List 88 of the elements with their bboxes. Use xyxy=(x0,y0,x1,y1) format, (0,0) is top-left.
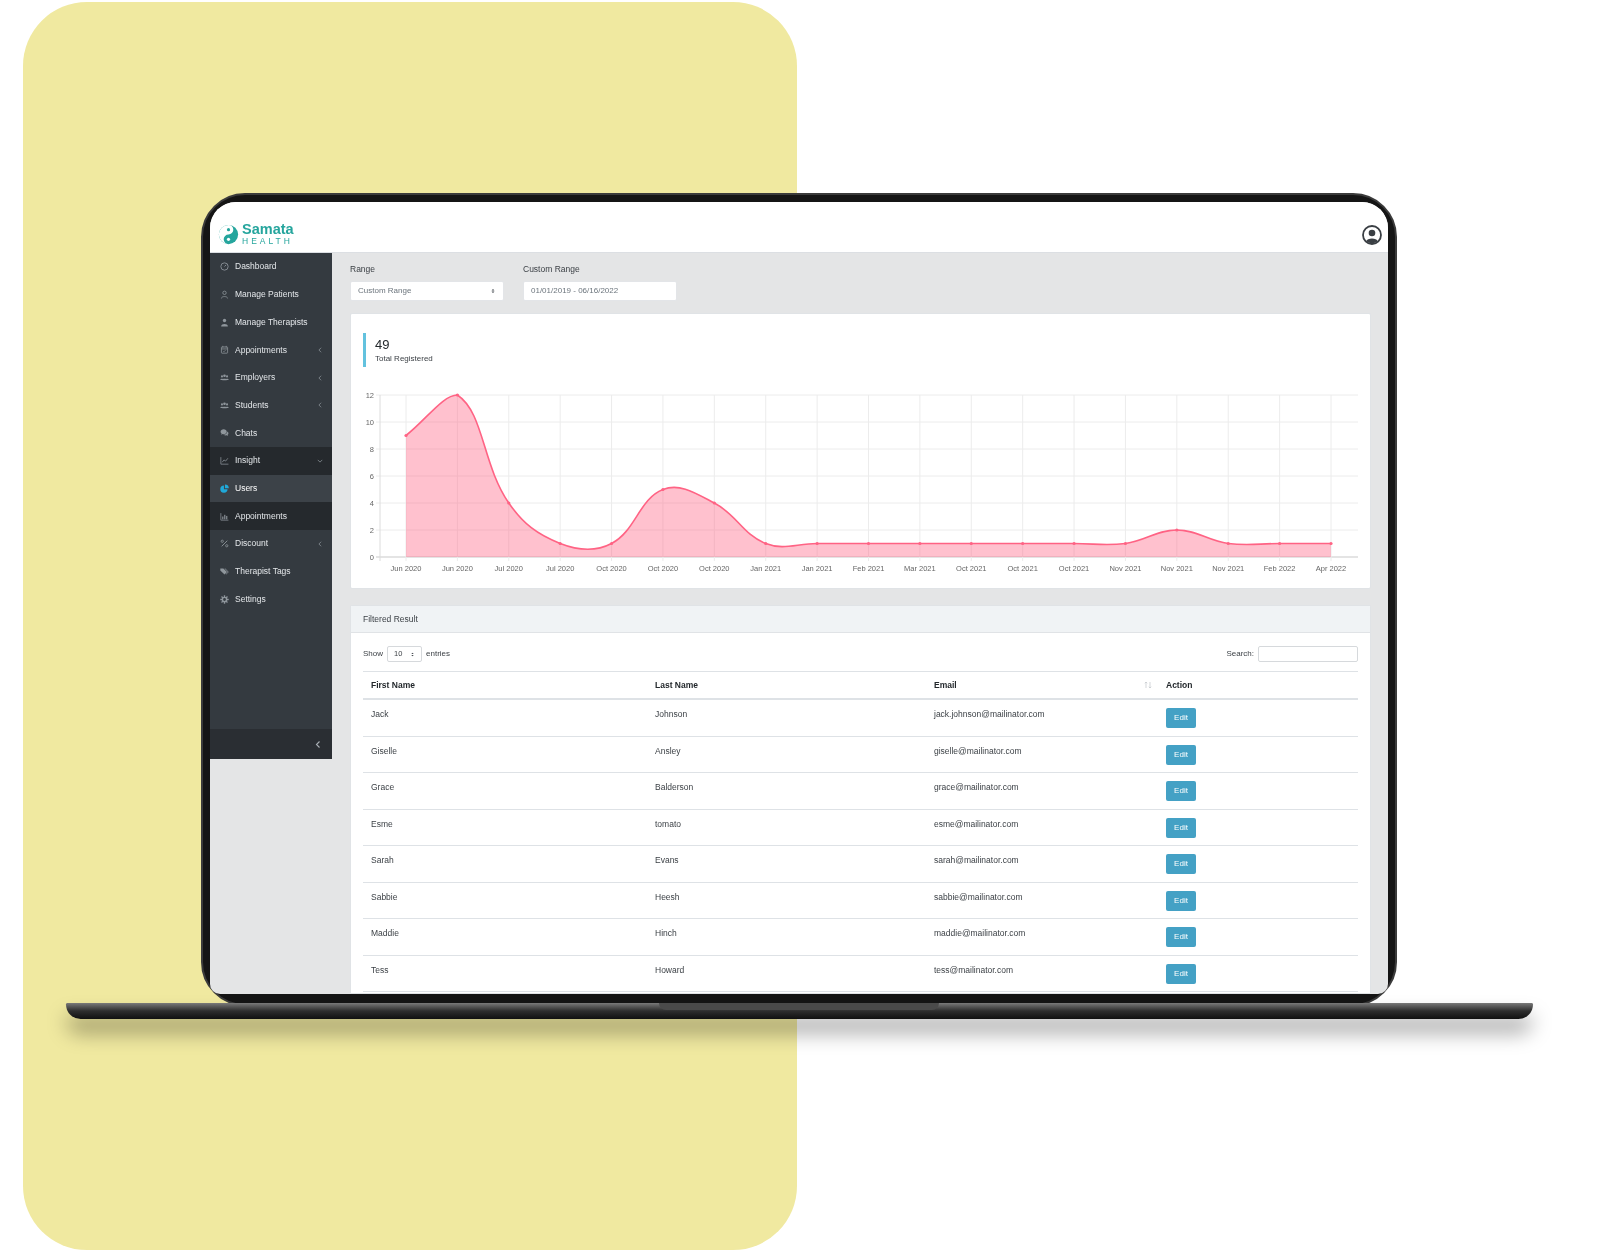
sidebar-item[interactable]: Therapist Tags xyxy=(210,557,332,586)
data-point xyxy=(866,541,871,546)
sidebar-item[interactable]: Appointments xyxy=(210,502,332,530)
data-point xyxy=(558,541,562,546)
data-point xyxy=(404,433,408,438)
table-cell-text: Heesh xyxy=(654,890,681,903)
sidebar-item[interactable]: Appointments xyxy=(210,336,332,364)
sidebar-item[interactable]: Employers xyxy=(210,363,332,392)
search-field[interactable] xyxy=(1258,646,1358,662)
people-icon xyxy=(220,373,229,383)
table-cell-text: maddie@mailinator.com xyxy=(933,927,1027,939)
data-point xyxy=(1175,528,1179,532)
data-point xyxy=(661,487,665,492)
sort-arrows-icon[interactable] xyxy=(1144,681,1152,689)
table-cell-text: Sarah xyxy=(370,854,395,866)
sidebar-item[interactable]: Discount xyxy=(210,529,332,558)
sidebar-item[interactable]: Manage Therapists xyxy=(210,308,332,337)
column-header: Last Name xyxy=(655,678,698,692)
table-cell-text: sarah@mailinator.com xyxy=(933,854,1020,866)
table-cell-text: Balderson xyxy=(654,781,695,793)
table-cell-text: sabbie@mailinator.com xyxy=(933,890,1024,903)
table-cell-text: Giselle xyxy=(370,744,398,757)
sidebar-item[interactable]: Students xyxy=(210,391,332,420)
data-point xyxy=(764,541,768,546)
data-point xyxy=(1329,541,1333,546)
sidebar-collapse-button[interactable] xyxy=(210,729,332,759)
table-cell-text: Ansley xyxy=(654,744,682,757)
calendar-icon xyxy=(220,345,229,355)
settings-icon xyxy=(220,594,229,604)
chevron-left-icon xyxy=(314,739,322,749)
logo-name: Samata xyxy=(242,223,294,236)
stat-label: Total Registered xyxy=(375,352,433,364)
data-point xyxy=(609,541,614,546)
sidebar-item[interactable]: Chats xyxy=(210,419,332,447)
field-label: Custom Range xyxy=(523,264,581,275)
user-avatar-icon[interactable] xyxy=(1362,225,1382,245)
chat-bubbles-icon xyxy=(220,428,229,438)
table-cell-text: jack.johnson@mailinator.com xyxy=(933,708,1046,720)
table-cell-text: Hinch xyxy=(654,927,678,939)
table-cell-text: Grace xyxy=(370,781,396,793)
updown-caret-icon xyxy=(410,650,415,658)
accent-bar xyxy=(363,333,366,367)
range-select[interactable]: Custom Range xyxy=(350,281,504,301)
table-cell-text: esme@mailinator.com xyxy=(933,817,1020,830)
person-outline-icon xyxy=(220,290,229,300)
yin-yang-icon xyxy=(218,224,239,245)
percent-icon xyxy=(220,539,229,549)
updown-caret-icon xyxy=(490,287,496,295)
card-title: Filtered Result xyxy=(363,612,418,626)
column-header: Email xyxy=(934,678,957,692)
sidebar-item[interactable]: Users xyxy=(210,474,332,503)
data-point xyxy=(712,501,716,505)
pie-chart-icon xyxy=(220,483,229,493)
column-header: First Name xyxy=(371,678,415,692)
table-cell-text: Evans xyxy=(654,854,680,866)
table-cell-text: Johnson xyxy=(654,708,689,720)
bar-chart-icon xyxy=(220,511,229,521)
sidebar-item[interactable]: Dashboard xyxy=(210,253,332,281)
data-point xyxy=(1123,541,1128,546)
sidebar-item[interactable]: Insight xyxy=(210,446,332,475)
table-cell-text: Maddie xyxy=(370,927,400,939)
data-point xyxy=(1226,541,1230,546)
table-cell-text: Sabbie xyxy=(370,890,399,903)
data-point xyxy=(455,393,459,397)
table-cell-text: Esme xyxy=(370,817,394,830)
table-cell-text: Howard xyxy=(654,963,686,976)
tags-icon xyxy=(220,566,229,576)
person-icon xyxy=(220,317,229,327)
search-label: Search: xyxy=(1226,648,1254,660)
table-cell-text: Tess xyxy=(370,963,390,976)
sidebar-item[interactable]: Manage Patients xyxy=(210,280,332,309)
table-cell-text: Jack xyxy=(370,708,390,720)
sidebar-item[interactable]: Settings xyxy=(210,585,332,613)
gauge-icon xyxy=(220,262,229,272)
table-cell-text: tess@mailinator.com xyxy=(933,963,1014,976)
line-chart-icon xyxy=(220,456,229,466)
field-label: Range xyxy=(350,264,377,275)
stat-value: 49 xyxy=(375,336,391,353)
column-header: Action xyxy=(1166,678,1193,692)
date-range-field[interactable]: 01/01/2019 - 06/16/2022 xyxy=(523,281,677,301)
data-point xyxy=(507,501,511,505)
length-label: Show xyxy=(363,648,383,660)
table-cell-text: grace@mailinator.com xyxy=(933,781,1020,793)
length-label: entries xyxy=(426,648,451,660)
people-icon xyxy=(220,400,229,410)
table-cell-text: tomato xyxy=(654,817,682,830)
table-cell-text: giselle@mailinator.com xyxy=(933,744,1023,757)
logo-tagline: HEALTH xyxy=(242,236,294,246)
